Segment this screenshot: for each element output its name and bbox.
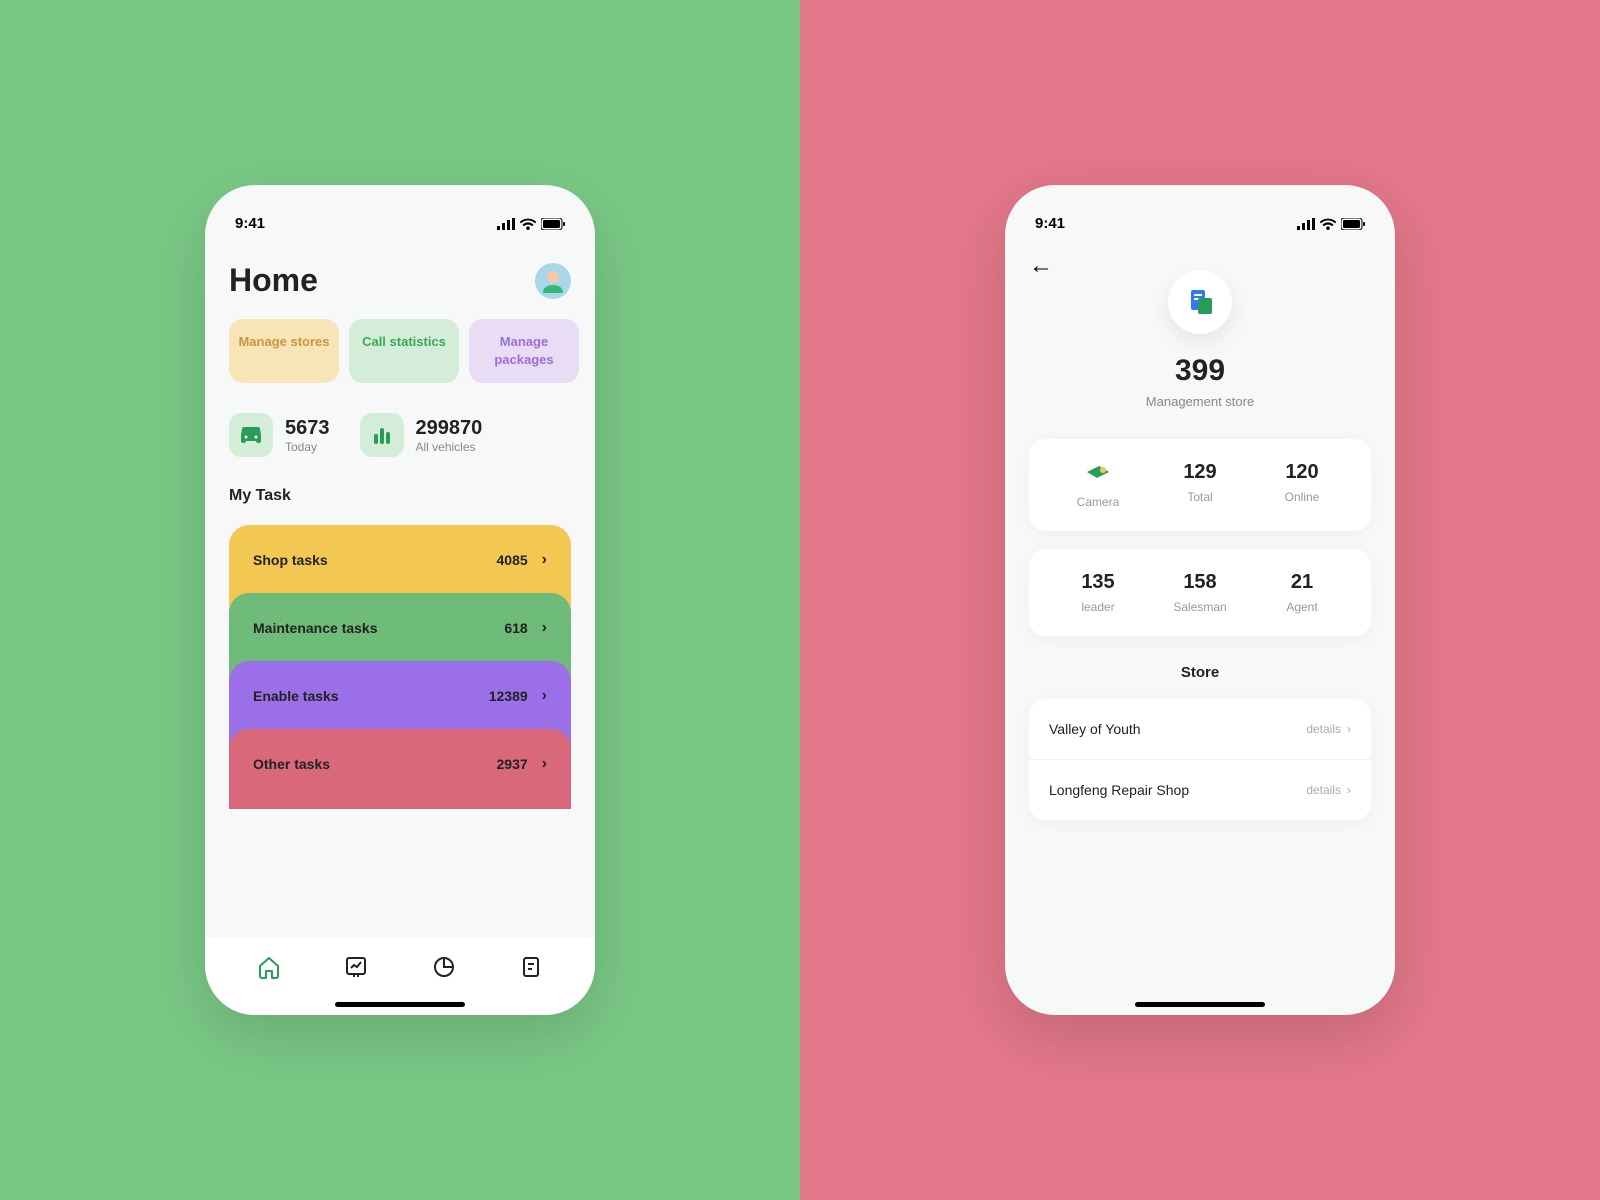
car-icon — [229, 413, 273, 457]
store-item-name: Longfeng Repair Shop — [1049, 782, 1189, 798]
task-enable-name: Enable tasks — [253, 688, 339, 704]
status-icons — [1297, 218, 1365, 230]
salesman-label: Salesman — [1149, 600, 1251, 614]
status-time: 9:41 — [1035, 215, 1065, 232]
total-label: Total — [1149, 490, 1251, 504]
online-label: Online — [1251, 490, 1353, 504]
stat-all-value: 299870 — [416, 417, 483, 440]
chevron-right-icon: › — [542, 687, 547, 705]
stat-all-vehicles[interactable]: 299870 All vehicles — [360, 413, 483, 457]
agent-col[interactable]: 21 Agent — [1251, 571, 1353, 614]
task-other-count: 2937 — [497, 756, 528, 772]
status-time: 9:41 — [235, 215, 265, 232]
avatar[interactable] — [535, 263, 571, 299]
online-col[interactable]: 120 Online — [1251, 461, 1353, 509]
wifi-icon — [520, 218, 536, 230]
staff-card: 135 leader 158 Salesman 21 Agent — [1029, 549, 1371, 636]
camera-icon — [1084, 461, 1112, 489]
home-indicator[interactable] — [1135, 1002, 1265, 1007]
stat-today-value: 5673 — [285, 417, 330, 440]
task-maintenance-name: Maintenance tasks — [253, 620, 378, 636]
store-list: Valley of Youth details › Longfeng Repair… — [1029, 699, 1371, 820]
chevron-right-icon: › — [1347, 722, 1351, 736]
doc-icon — [1168, 270, 1232, 334]
chevron-right-icon: › — [542, 755, 547, 773]
store-section-title: Store — [1005, 654, 1395, 699]
battery-icon — [541, 218, 565, 230]
chip-row: Manage stores Call statistics Manage pac… — [205, 319, 595, 413]
store-count-label: Management store — [1146, 394, 1254, 409]
status-bar: 9:41 — [1005, 205, 1395, 252]
chevron-right-icon: › — [1347, 783, 1351, 797]
chart-bar-icon — [360, 413, 404, 457]
chevron-right-icon: › — [542, 551, 547, 569]
total-value: 129 — [1149, 461, 1251, 484]
store-item-name: Valley of Youth — [1049, 721, 1141, 737]
store-item-action: details — [1306, 722, 1341, 736]
store-count: 399 — [1175, 354, 1225, 388]
chip-manage-packages[interactable]: Manage packages — [469, 319, 579, 383]
stat-all-label: All vehicles — [416, 440, 483, 454]
phone-home: 9:41 Home Manage stores Call statistics … — [205, 185, 595, 1015]
leader-label: leader — [1047, 600, 1149, 614]
task-maintenance-count: 618 — [504, 620, 527, 636]
stat-today[interactable]: 5673 Today — [229, 413, 330, 457]
wifi-icon — [1320, 218, 1336, 230]
store-item-valley[interactable]: Valley of Youth details › — [1029, 699, 1371, 760]
chip-manage-stores[interactable]: Manage stores — [229, 319, 339, 383]
salesman-value: 158 — [1149, 571, 1251, 594]
task-shop-name: Shop tasks — [253, 552, 328, 568]
tab-home[interactable] — [255, 953, 283, 981]
leader-value: 135 — [1047, 571, 1149, 594]
camera-label: Camera — [1047, 495, 1149, 509]
task-other-name: Other tasks — [253, 756, 330, 772]
online-value: 120 — [1251, 461, 1353, 484]
task-shop-count: 4085 — [497, 552, 528, 568]
signal-icon — [1297, 218, 1315, 230]
total-col[interactable]: 129 Total — [1149, 461, 1251, 509]
leader-col[interactable]: 135 leader — [1047, 571, 1149, 614]
salesman-col[interactable]: 158 Salesman — [1149, 571, 1251, 614]
tab-pie[interactable] — [430, 953, 458, 981]
status-bar: 9:41 — [205, 205, 595, 252]
signal-icon — [497, 218, 515, 230]
tasks-title: My Task — [205, 487, 595, 525]
tab-doc[interactable] — [517, 953, 545, 981]
status-icons — [497, 218, 565, 230]
camera-col[interactable]: Camera — [1047, 461, 1149, 509]
camera-card: Camera 129 Total 120 Online — [1029, 439, 1371, 531]
agent-value: 21 — [1251, 571, 1353, 594]
page-title: Home — [229, 262, 318, 299]
store-item-action: details — [1306, 783, 1341, 797]
tab-analytics[interactable] — [342, 953, 370, 981]
phone-store: 9:41 ← 399 Management store Camera — [1005, 185, 1395, 1015]
battery-icon — [1341, 218, 1365, 230]
task-other[interactable]: Other tasks 2937 › — [229, 729, 571, 809]
home-indicator[interactable] — [335, 1002, 465, 1007]
agent-label: Agent — [1251, 600, 1353, 614]
stat-today-label: Today — [285, 440, 330, 454]
store-item-longfeng[interactable]: Longfeng Repair Shop details › — [1029, 760, 1371, 820]
chevron-right-icon: › — [542, 619, 547, 637]
chip-call-statistics[interactable]: Call statistics — [349, 319, 459, 383]
task-enable-count: 12389 — [489, 688, 528, 704]
